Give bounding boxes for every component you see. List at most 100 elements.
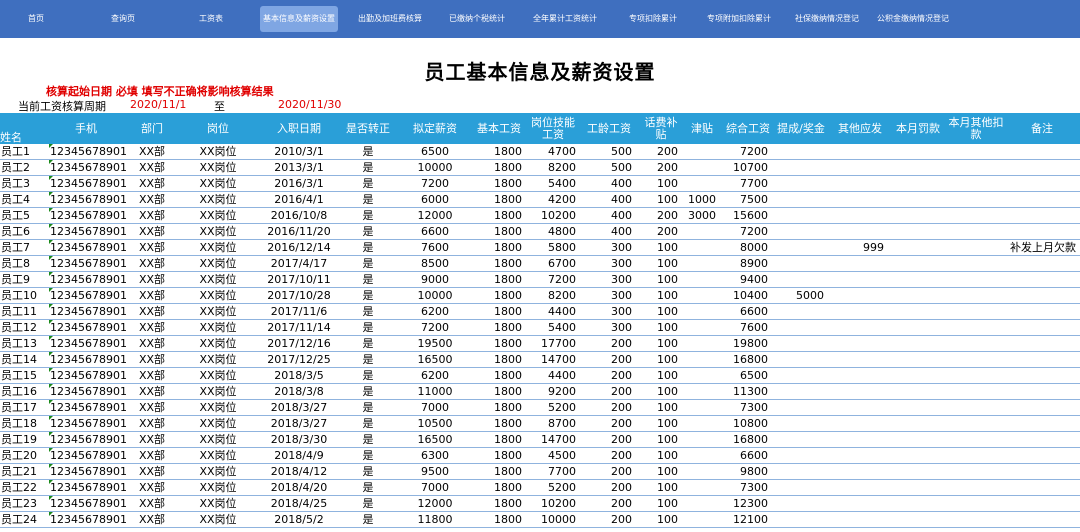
cell-name[interactable]: 员工12 <box>0 320 49 335</box>
cell-base-salary[interactable]: 1800 <box>472 464 522 479</box>
cell-phone-allowance[interactable]: 100 <box>640 192 678 207</box>
cell-remark[interactable] <box>1004 176 1076 191</box>
cell-other-pay[interactable] <box>832 224 884 239</box>
cell-commission[interactable] <box>774 304 824 319</box>
cell-remark[interactable]: 补发上月欠款 <box>1004 240 1076 255</box>
cell-is-regular[interactable]: 是 <box>340 352 396 367</box>
cell-base-salary[interactable]: 1800 <box>472 496 522 511</box>
cell-allowance[interactable] <box>684 496 716 511</box>
cell-position[interactable]: XX岗位 <box>180 256 256 271</box>
nav-item-10[interactable]: 公积金缴纳情况登记 <box>872 6 954 32</box>
cell-planned-salary[interactable]: 6200 <box>400 304 470 319</box>
cell-planned-salary[interactable]: 6000 <box>400 192 470 207</box>
cell-base-salary[interactable]: 1800 <box>472 320 522 335</box>
cell-other-deduction[interactable] <box>948 176 1000 191</box>
cell-hire-date[interactable]: 2017/11/14 <box>262 320 336 335</box>
cell-is-regular[interactable]: 是 <box>340 416 396 431</box>
cell-planned-salary[interactable]: 19500 <box>400 336 470 351</box>
cell-other-deduction[interactable] <box>948 480 1000 495</box>
cell-other-pay[interactable] <box>832 480 884 495</box>
cell-seniority-salary[interactable]: 200 <box>582 336 632 351</box>
cell-base-salary[interactable]: 1800 <box>472 384 522 399</box>
cell-allowance[interactable] <box>684 336 716 351</box>
cell-is-regular[interactable]: 是 <box>340 432 396 447</box>
cell-total-salary[interactable]: 11300 <box>724 384 768 399</box>
cell-name[interactable]: 员工7 <box>0 240 49 255</box>
cell-commission[interactable] <box>774 512 824 527</box>
cell-seniority-salary[interactable]: 300 <box>582 256 632 271</box>
cell-position[interactable]: XX岗位 <box>180 400 256 415</box>
cell-other-pay[interactable]: 999 <box>832 240 884 255</box>
nav-item-3[interactable]: 基本信息及薪资设置 <box>260 6 338 32</box>
cell-other-pay[interactable] <box>832 496 884 511</box>
cell-is-regular[interactable]: 是 <box>340 496 396 511</box>
cell-phone-allowance[interactable]: 200 <box>640 160 678 175</box>
cell-planned-salary[interactable]: 10500 <box>400 416 470 431</box>
nav-item-2[interactable]: 工资表 <box>186 6 236 32</box>
cell-is-regular[interactable]: 是 <box>340 240 396 255</box>
cell-total-salary[interactable]: 19800 <box>724 336 768 351</box>
cell-base-salary[interactable]: 1800 <box>472 256 522 271</box>
cell-is-regular[interactable]: 是 <box>340 320 396 335</box>
cell-phone[interactable]: 12345678901 <box>50 512 127 527</box>
cell-base-salary[interactable]: 1800 <box>472 240 522 255</box>
cell-skill-salary[interactable]: 14700 <box>526 432 576 447</box>
cell-seniority-salary[interactable]: 500 <box>582 160 632 175</box>
cell-total-salary[interactable]: 7300 <box>724 400 768 415</box>
cell-other-deduction[interactable] <box>948 256 1000 271</box>
cell-name[interactable]: 员工10 <box>0 288 49 303</box>
cell-remark[interactable] <box>1004 272 1076 287</box>
cell-position[interactable]: XX岗位 <box>180 240 256 255</box>
cell-position[interactable]: XX岗位 <box>180 160 256 175</box>
cell-name[interactable]: 员工13 <box>0 336 49 351</box>
nav-item-0[interactable]: 首页 <box>18 6 54 32</box>
cell-department[interactable]: XX部 <box>126 384 178 399</box>
period-end-date[interactable]: 2020/11/30 <box>278 98 341 111</box>
cell-phone-allowance[interactable]: 100 <box>640 304 678 319</box>
cell-department[interactable]: XX部 <box>126 192 178 207</box>
cell-base-salary[interactable]: 1800 <box>472 480 522 495</box>
cell-phone[interactable]: 12345678901 <box>50 336 127 351</box>
cell-planned-salary[interactable]: 8500 <box>400 256 470 271</box>
cell-planned-salary[interactable]: 7200 <box>400 176 470 191</box>
nav-item-9[interactable]: 社保缴纳情况登记 <box>788 6 866 32</box>
cell-phone[interactable]: 12345678901 <box>50 192 127 207</box>
cell-seniority-salary[interactable]: 200 <box>582 448 632 463</box>
cell-department[interactable]: XX部 <box>126 512 178 527</box>
cell-department[interactable]: XX部 <box>126 144 178 159</box>
cell-remark[interactable] <box>1004 416 1076 431</box>
cell-remark[interactable] <box>1004 368 1076 383</box>
cell-commission[interactable] <box>774 320 824 335</box>
cell-other-deduction[interactable] <box>948 336 1000 351</box>
cell-phone-allowance[interactable]: 100 <box>640 368 678 383</box>
cell-total-salary[interactable]: 7600 <box>724 320 768 335</box>
cell-skill-salary[interactable]: 5800 <box>526 240 576 255</box>
cell-other-pay[interactable] <box>832 304 884 319</box>
cell-commission[interactable] <box>774 480 824 495</box>
cell-other-deduction[interactable] <box>948 496 1000 511</box>
cell-hire-date[interactable]: 2017/12/16 <box>262 336 336 351</box>
cell-other-deduction[interactable] <box>948 352 1000 367</box>
cell-fine[interactable] <box>890 208 942 223</box>
cell-commission[interactable] <box>774 432 824 447</box>
cell-phone-allowance[interactable]: 100 <box>640 432 678 447</box>
cell-other-deduction[interactable] <box>948 368 1000 383</box>
cell-base-salary[interactable]: 1800 <box>472 400 522 415</box>
cell-other-pay[interactable] <box>832 432 884 447</box>
cell-skill-salary[interactable]: 10200 <box>526 208 576 223</box>
cell-commission[interactable] <box>774 400 824 415</box>
cell-skill-salary[interactable]: 9200 <box>526 384 576 399</box>
cell-position[interactable]: XX岗位 <box>180 304 256 319</box>
cell-position[interactable]: XX岗位 <box>180 512 256 527</box>
cell-phone[interactable]: 12345678901 <box>50 480 127 495</box>
cell-department[interactable]: XX部 <box>126 464 178 479</box>
cell-department[interactable]: XX部 <box>126 256 178 271</box>
cell-other-deduction[interactable] <box>948 464 1000 479</box>
cell-department[interactable]: XX部 <box>126 352 178 367</box>
cell-phone[interactable]: 12345678901 <box>50 224 127 239</box>
cell-skill-salary[interactable]: 4200 <box>526 192 576 207</box>
cell-department[interactable]: XX部 <box>126 400 178 415</box>
cell-fine[interactable] <box>890 192 942 207</box>
cell-position[interactable]: XX岗位 <box>180 384 256 399</box>
cell-allowance[interactable] <box>684 432 716 447</box>
